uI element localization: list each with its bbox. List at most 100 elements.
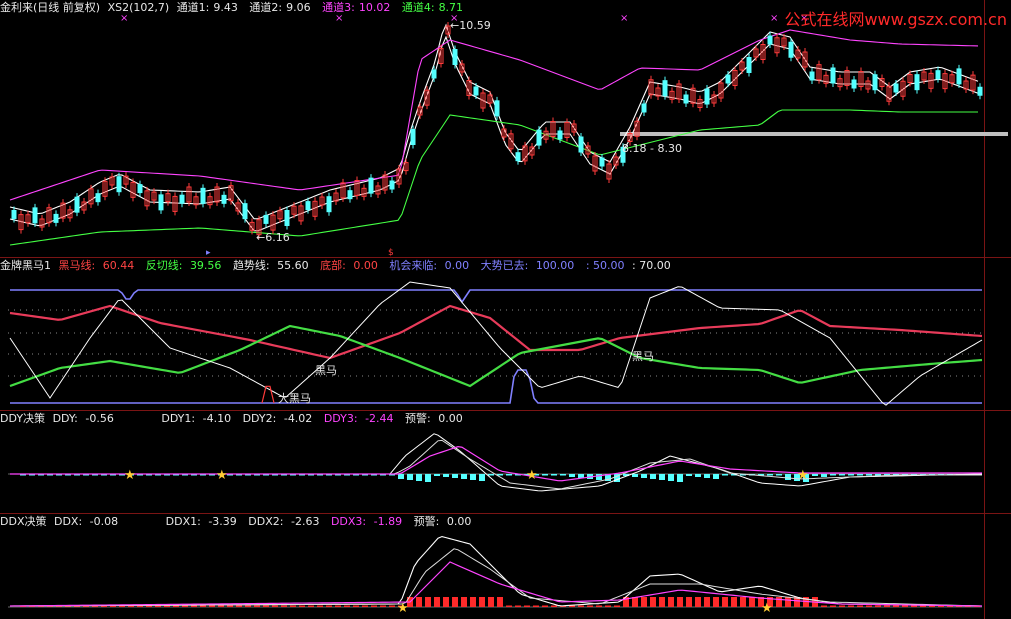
ddx-bar xyxy=(632,597,638,607)
candle-body xyxy=(263,214,269,224)
ddx3-label: DDX3: xyxy=(330,515,367,528)
ddx-bar xyxy=(281,605,287,607)
candle-body xyxy=(767,35,773,45)
gone-label: 大势已去: xyxy=(480,259,529,272)
ddx-title: DDX决策 xyxy=(0,515,47,528)
candle-body xyxy=(683,94,689,104)
ddy-bar xyxy=(461,474,467,479)
candle-body xyxy=(326,196,332,213)
ddx-bar xyxy=(290,605,296,607)
candlestick-chart[interactable]: × × × × × ×▸ $ xyxy=(0,0,1011,257)
price-panel[interactable]: 金利来(日线 前复权) XS2(102,7) 通道1: 9.43 通道2: 9.06… xyxy=(0,0,1011,258)
ddx1-label: DDX1: xyxy=(165,515,201,528)
candle-body xyxy=(368,177,374,194)
ddy-bar xyxy=(875,474,881,476)
low-price-label: ←6.16 xyxy=(256,231,290,244)
ddx2-line xyxy=(9,548,983,607)
dark-horse-panel[interactable]: 金牌黑马1 黑马线: 60.44 反切线: 39.56 趋势线: 55.60 底… xyxy=(0,258,1011,411)
ddy-title: DDY决策 xyxy=(0,412,46,425)
ddx-bar xyxy=(902,605,908,607)
dark-horse-chart[interactable] xyxy=(0,258,1011,410)
candle-body xyxy=(347,190,353,200)
ddx2-value: -2.63 xyxy=(290,515,320,528)
ddx-bar xyxy=(425,597,431,607)
ddx-warn-value: 0.00 xyxy=(446,515,472,528)
trend-line-value: 55.60 xyxy=(277,259,309,272)
chance-value: 0.00 xyxy=(444,259,470,272)
level-70-value: : 70.00 xyxy=(632,259,671,272)
warning-star: ★ xyxy=(526,468,538,483)
candle-body xyxy=(242,203,248,220)
ddy-bar xyxy=(821,474,827,477)
ddx-bar xyxy=(740,597,746,607)
ddx-bar xyxy=(362,605,368,607)
candle-body xyxy=(746,57,752,73)
ddx1-line xyxy=(9,535,983,607)
ddx-bar xyxy=(650,597,656,607)
ddx-bar xyxy=(335,605,341,607)
dollar-marker: $ xyxy=(388,248,394,257)
ddy-bar xyxy=(551,474,557,476)
candle-body xyxy=(641,103,647,113)
ddy-chart[interactable]: ★ ★ ★ ★ xyxy=(0,411,1011,513)
ch3-value: 10.02 xyxy=(358,1,391,14)
ddx-bar xyxy=(389,605,395,607)
ddy-bar xyxy=(596,474,602,480)
ddx-chart[interactable]: ★ ★ xyxy=(0,514,1011,619)
high-price-label: ←10.59 xyxy=(450,19,491,32)
candle-body xyxy=(557,130,563,140)
candle-body xyxy=(431,69,437,79)
ddx-bar xyxy=(461,597,467,607)
watermark: 公式在线网www.gszx.com.cn xyxy=(784,10,1007,29)
ddy-bar xyxy=(839,474,845,476)
ddx-bar xyxy=(551,605,557,607)
ddy-bar xyxy=(488,474,494,476)
ddy-bar xyxy=(785,474,791,480)
candle-body xyxy=(935,70,941,80)
ddx-bar xyxy=(254,605,260,607)
ddx-bar xyxy=(497,597,503,607)
indicator-name: XS2(102,7) xyxy=(107,1,170,14)
ddx-panel[interactable]: DDX决策 DDX: -0.08 DDX1: -3.39 DDX2: -2.63… xyxy=(0,514,1011,619)
warning-star: ★ xyxy=(216,468,228,483)
ddy1-line xyxy=(10,433,983,492)
ddx-bar xyxy=(542,605,548,607)
ddy-bar xyxy=(722,474,728,476)
ddy-bar xyxy=(569,474,575,477)
candle-body xyxy=(809,71,815,81)
dark-line-label: 黑马线: xyxy=(58,259,96,272)
ddx-bar xyxy=(245,605,251,607)
ddx-bar xyxy=(596,605,602,607)
ddy-bar xyxy=(857,474,863,476)
ddy-bar xyxy=(479,474,485,481)
ddx-value: -0.08 xyxy=(89,515,119,528)
ddx-bar xyxy=(821,605,827,607)
ddx-warn-label: 预警: xyxy=(413,515,440,528)
candle-body xyxy=(494,100,500,117)
ddx-bar xyxy=(227,605,233,607)
ch2-label: 通道2: xyxy=(249,1,283,14)
price-panel-header: 金利来(日线 前复权) XS2(102,7) 通道1: 9.43 通道2: 9.06… xyxy=(0,1,471,15)
ddx-bar xyxy=(641,597,647,607)
candle-body xyxy=(389,180,395,190)
ddy-bar xyxy=(812,474,818,476)
candle-body xyxy=(578,136,584,153)
ddy-panel[interactable]: DDY决策 DDY: -0.56 DDY1: -4.10 DDY2: -4.02… xyxy=(0,411,1011,514)
ddx-bar xyxy=(272,605,278,607)
ddy2-value: -4.02 xyxy=(283,412,313,425)
ddy-bar xyxy=(416,474,422,481)
candle-body xyxy=(977,86,983,96)
candle-body xyxy=(536,129,542,146)
ch4-label: 通道4: xyxy=(401,1,435,14)
ch4-value: 8.71 xyxy=(438,1,464,14)
candle-body xyxy=(914,74,920,91)
ddy-bar xyxy=(470,474,476,480)
ddx-header: DDX决策 DDX: -0.08 DDX1: -3.39 DDX2: -2.63… xyxy=(0,515,479,529)
channel-bottom-line xyxy=(9,109,978,246)
candle-body xyxy=(158,194,164,211)
trend-line xyxy=(9,281,983,406)
ddx-bar xyxy=(587,605,593,607)
ddx-bar xyxy=(182,605,188,607)
ddx-bar xyxy=(209,605,215,607)
ddy-bar xyxy=(776,474,782,476)
